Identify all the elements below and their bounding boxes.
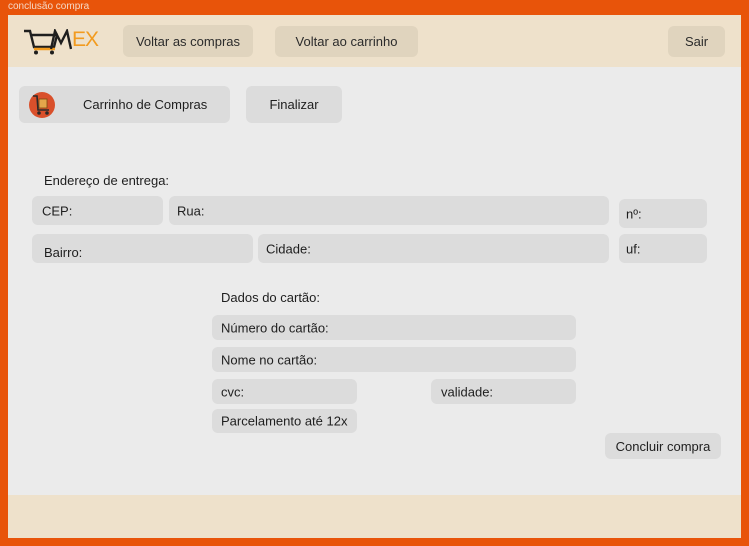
card-number-field[interactable]: Número do cartão: [212, 315, 576, 340]
logo-text: EX [72, 28, 99, 51]
top-navigation-bar: EX Voltar as compras Voltar ao carrinho … [8, 15, 741, 67]
cep-field[interactable]: CEP: [32, 196, 163, 225]
installments-label: Parcelamento até 12x [221, 413, 348, 429]
cvc-field[interactable]: cvc: [212, 379, 357, 404]
address-heading: Endereço de entrega: [44, 173, 170, 188]
finish-button[interactable]: Finalizar [246, 86, 342, 123]
state-field[interactable]: uf: [619, 234, 707, 263]
expiry-label: validade: [441, 384, 494, 399]
cart-icon [29, 91, 55, 118]
card-heading: Dados do cartão: [221, 290, 321, 305]
number-label: nº: [626, 206, 642, 221]
shopping-cart-label: Carrinho de Compras [83, 97, 208, 112]
confirm-purchase-button[interactable]: Concluir compra [605, 433, 721, 459]
frame-title: conclusão compra [8, 1, 90, 12]
card-number-label: Número do cartão: [221, 320, 329, 335]
installments-select[interactable]: Parcelamento até 12x [212, 409, 357, 433]
cep-label: CEP: [42, 203, 73, 218]
district-field[interactable]: Bairro: [32, 234, 253, 263]
back-to-cart-button[interactable]: Voltar ao carrinho [275, 26, 418, 57]
city-label: Cidade: [266, 241, 311, 256]
logout-button[interactable]: Sair [668, 26, 725, 57]
street-field[interactable]: Rua: [169, 196, 609, 225]
logo-m-mark-icon [50, 29, 72, 50]
footer-bar [8, 495, 741, 538]
shopping-cart-button[interactable]: Carrinho de Compras [19, 86, 230, 123]
state-label: uf: [626, 241, 641, 256]
checkout-window: EX Voltar as compras Voltar ao carrinho … [8, 15, 741, 538]
number-field[interactable]: nº: [619, 199, 707, 228]
cvc-label: cvc: [221, 384, 245, 399]
card-name-label: Nome no cartão: [221, 352, 318, 367]
street-label: Rua: [177, 203, 205, 218]
district-label: Bairro: [44, 245, 83, 260]
expiry-field[interactable]: validade: [431, 379, 576, 404]
city-field[interactable]: Cidade: [258, 234, 609, 263]
back-to-shopping-button[interactable]: Voltar as compras [123, 25, 253, 57]
card-name-field[interactable]: Nome no cartão: [212, 347, 576, 372]
